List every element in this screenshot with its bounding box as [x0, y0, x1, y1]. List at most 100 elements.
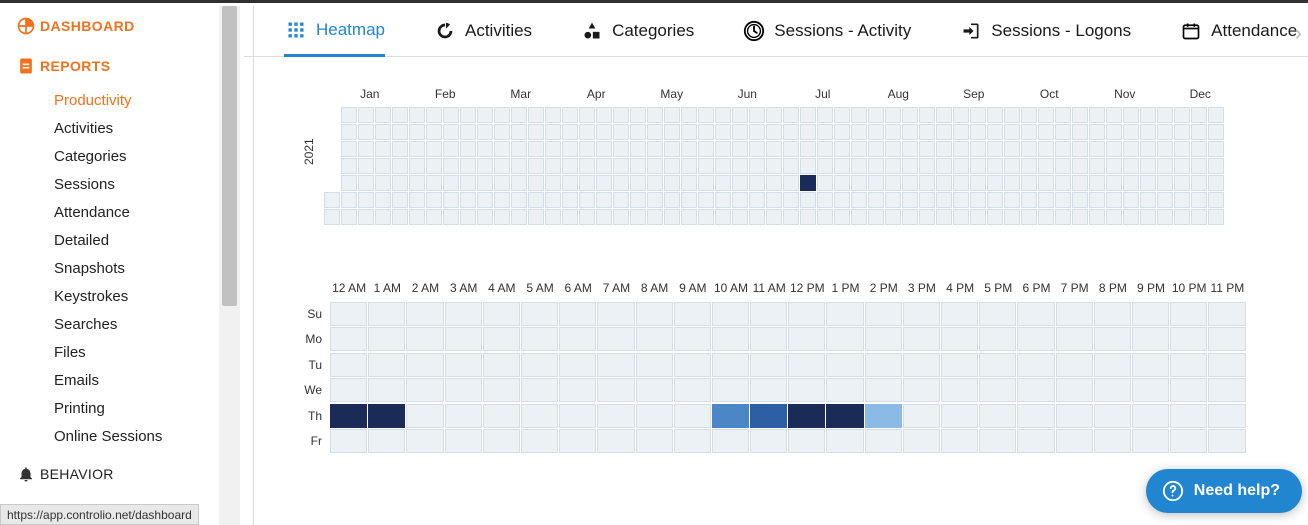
heatmap-cell[interactable]	[1170, 378, 1207, 402]
heatmap-cell[interactable]	[597, 327, 634, 351]
heatmap-cell[interactable]	[1132, 327, 1169, 351]
heatmap-day[interactable]	[613, 209, 629, 225]
heatmap-day[interactable]	[630, 141, 646, 157]
heatmap-cell[interactable]	[674, 353, 711, 377]
heatmap-day[interactable]	[375, 107, 391, 123]
heatmap-day[interactable]	[732, 107, 748, 123]
heatmap-day[interactable]	[494, 158, 510, 174]
heatmap-cell[interactable]	[1132, 302, 1169, 326]
heatmap-cell[interactable]	[788, 353, 825, 377]
heatmap-day[interactable]	[681, 209, 697, 225]
heatmap-cell[interactable]	[330, 353, 367, 377]
heatmap-day[interactable]	[477, 124, 493, 140]
heatmap-day[interactable]	[970, 158, 986, 174]
heatmap-day[interactable]	[477, 209, 493, 225]
heatmap-day[interactable]	[1191, 107, 1207, 123]
heatmap-day[interactable]	[477, 192, 493, 208]
heatmap-day[interactable]	[1174, 141, 1190, 157]
heatmap-day[interactable]	[868, 158, 884, 174]
heatmap-day[interactable]	[460, 175, 476, 191]
heatmap-day[interactable]	[1140, 209, 1156, 225]
heatmap-cell[interactable]	[1132, 429, 1169, 453]
heatmap-day[interactable]	[902, 192, 918, 208]
heatmap-day[interactable]	[715, 124, 731, 140]
heatmap-day[interactable]	[851, 192, 867, 208]
heatmap-cell[interactable]	[368, 353, 405, 377]
heatmap-day[interactable]	[1072, 107, 1088, 123]
sidebar-item-keystrokes[interactable]: Keystrokes	[0, 282, 219, 310]
heatmap-day[interactable]	[800, 107, 816, 123]
heatmap-day[interactable]	[1123, 158, 1139, 174]
heatmap-day[interactable]	[817, 192, 833, 208]
heatmap-day[interactable]	[868, 192, 884, 208]
heatmap-day[interactable]	[919, 141, 935, 157]
heatmap-cell[interactable]	[521, 327, 558, 351]
heatmap-cell[interactable]	[1094, 404, 1131, 428]
sidebar-item-online-sessions[interactable]: Online Sessions	[0, 422, 219, 450]
heatmap-day[interactable]	[902, 141, 918, 157]
heatmap-cell[interactable]	[674, 429, 711, 453]
heatmap-cell[interactable]	[1208, 429, 1245, 453]
heatmap-cell[interactable]	[1132, 353, 1169, 377]
heatmap-day[interactable]	[953, 107, 969, 123]
heatmap-cell[interactable]	[1017, 327, 1054, 351]
heatmap-cell[interactable]	[1208, 378, 1245, 402]
heatmap-day[interactable]	[528, 175, 544, 191]
heatmap-day[interactable]	[1072, 175, 1088, 191]
heatmap-day[interactable]	[851, 158, 867, 174]
heatmap-day[interactable]	[1004, 141, 1020, 157]
heatmap-day[interactable]	[851, 209, 867, 225]
heatmap-cell[interactable]	[865, 378, 902, 402]
sidebar-item-printing[interactable]: Printing	[0, 394, 219, 422]
heatmap-cell[interactable]	[368, 378, 405, 402]
heatmap-day[interactable]	[1140, 175, 1156, 191]
heatmap-cell[interactable]	[941, 378, 978, 402]
heatmap-day[interactable]	[528, 192, 544, 208]
heatmap-day[interactable]	[817, 124, 833, 140]
sidebar-item-reports[interactable]: REPORTS	[0, 46, 219, 86]
heatmap-day[interactable]	[1072, 209, 1088, 225]
heatmap-day[interactable]	[885, 192, 901, 208]
heatmap-cell[interactable]	[865, 353, 902, 377]
heatmap-day[interactable]	[1106, 175, 1122, 191]
heatmap-day[interactable]	[664, 158, 680, 174]
heatmap-day[interactable]	[885, 124, 901, 140]
heatmap-day[interactable]	[494, 107, 510, 123]
heatmap-cell[interactable]	[1208, 353, 1245, 377]
heatmap-cell[interactable]	[521, 302, 558, 326]
heatmap-day[interactable]	[749, 158, 765, 174]
heatmap-cell[interactable]	[1056, 429, 1093, 453]
heatmap-day[interactable]	[460, 141, 476, 157]
heatmap-cell[interactable]	[1017, 302, 1054, 326]
heatmap-day[interactable]	[545, 107, 561, 123]
heatmap-day[interactable]	[1208, 141, 1224, 157]
heatmap-day[interactable]	[1055, 209, 1071, 225]
help-button[interactable]: Need help?	[1146, 469, 1302, 513]
heatmap-cell[interactable]	[597, 378, 634, 402]
heatmap-cell[interactable]	[330, 429, 367, 453]
heatmap-cell[interactable]	[979, 327, 1016, 351]
heatmap-day[interactable]	[545, 141, 561, 157]
heatmap-day[interactable]	[358, 124, 374, 140]
heatmap-day[interactable]	[987, 158, 1003, 174]
heatmap-day[interactable]	[341, 175, 357, 191]
heatmap-day[interactable]	[936, 124, 952, 140]
heatmap-day[interactable]	[426, 175, 442, 191]
heatmap-day[interactable]	[630, 158, 646, 174]
heatmap-day[interactable]	[1072, 141, 1088, 157]
heatmap-day[interactable]	[613, 192, 629, 208]
heatmap-cell[interactable]	[712, 378, 749, 402]
heatmap-day[interactable]	[749, 209, 765, 225]
heatmap-day[interactable]	[579, 141, 595, 157]
heatmap-day[interactable]	[1106, 192, 1122, 208]
heatmap-cell[interactable]	[750, 327, 787, 351]
heatmap-day[interactable]	[987, 107, 1003, 123]
heatmap-day[interactable]	[1089, 209, 1105, 225]
heatmap-day[interactable]	[936, 141, 952, 157]
heatmap-day[interactable]	[426, 107, 442, 123]
sidebar-item-attendance[interactable]: Attendance	[0, 198, 219, 226]
heatmap-day[interactable]	[409, 175, 425, 191]
heatmap-day[interactable]	[919, 175, 935, 191]
heatmap-day[interactable]	[426, 192, 442, 208]
heatmap-day[interactable]	[562, 192, 578, 208]
